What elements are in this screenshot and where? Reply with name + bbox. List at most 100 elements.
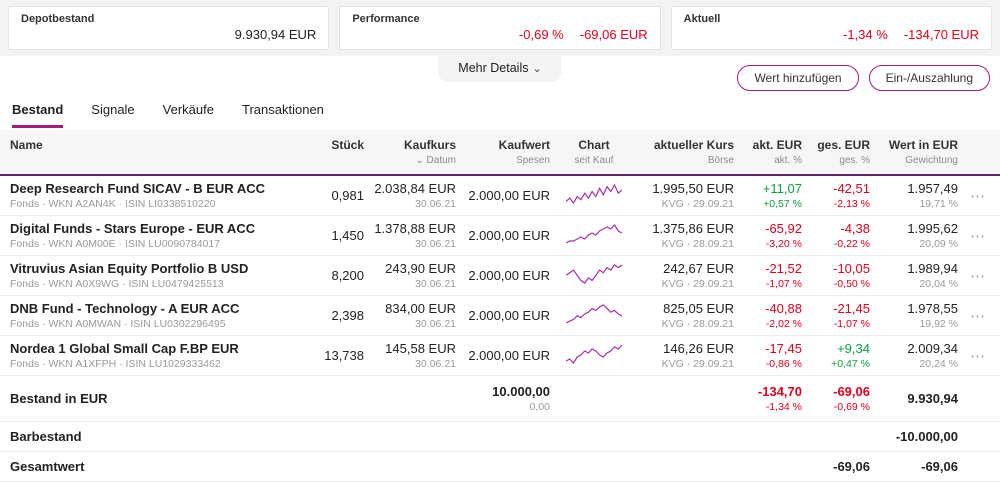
sort-indicator-datum[interactable]: ⌄ Datum: [372, 155, 456, 166]
aktuell-label: Aktuell: [683, 13, 721, 25]
col-header-name[interactable]: Name: [10, 138, 304, 152]
aktueller-kurs-cell: 1.995,50 EUR KVG · 29.09.21: [638, 181, 734, 210]
kaufdatum-value: 30.06.21: [415, 278, 456, 290]
row-menu-button[interactable]: ⋯: [966, 227, 990, 245]
col-header-akt-eur[interactable]: akt. EUR akt. %: [742, 138, 802, 166]
kaufwert-value: 2.000,00 EUR: [468, 188, 550, 203]
akt-eur-cell: -40,88 -2,02 %: [742, 301, 802, 330]
akt-pct-value: -1,07 %: [765, 278, 802, 290]
kaufwert-value: 2.000,00 EUR: [468, 348, 550, 363]
ges-eur-cell: -42,51 -2,13 %: [810, 181, 870, 210]
add-value-button[interactable]: Wert hinzufügen: [737, 65, 859, 91]
position-name[interactable]: Deep Research Fund SICAV - B EUR ACC: [10, 181, 304, 196]
stueck-value: 0,981: [331, 188, 364, 203]
kaufdatum-value: 30.06.21: [415, 238, 456, 250]
more-details-button[interactable]: Mehr Details ⌄: [438, 56, 562, 82]
ges-eur-value: -42,51: [833, 181, 870, 196]
ges-eur-value: -4,38: [840, 221, 870, 236]
col-header-aktueller-kurs[interactable]: aktueller Kurs Börse: [638, 138, 734, 166]
ges-eur-cell: -21,45 -1,07 %: [810, 301, 870, 330]
table-row: Vitruvius Asian Equity Portfolio B USD F…: [0, 256, 1000, 296]
akt-pct-value: +0,57 %: [763, 198, 802, 210]
stueck-value: 1,450: [331, 228, 364, 243]
sparkline-chart: [565, 263, 623, 285]
chevron-down-icon: ⌄: [532, 63, 542, 75]
barbestand-wert-cell: -10.000,00: [895, 429, 958, 444]
ges-eur-value: +9,34: [837, 341, 870, 356]
position-name[interactable]: Digital Funds - Stars Europe - EUR ACC: [10, 221, 304, 236]
position-name-cell: Vitruvius Asian Equity Portfolio B USD F…: [10, 261, 304, 290]
col-header-ges-eur[interactable]: ges. EUR ges. %: [810, 138, 870, 166]
position-meta: Fonds · WKN A0X9WG · ISIN LU0479425513: [10, 278, 224, 290]
akt-eur-cell: +11,07 +0,57 %: [742, 181, 802, 210]
kaufkurs-value: 2.038,84 EUR: [374, 181, 456, 196]
depotbestand-label: Depotbestand: [21, 13, 95, 25]
bestand-ges-cell: -69,06 -0,69 %: [833, 384, 870, 413]
table-header: Name Stück Kaufkurs ⌄ Datum Kaufwert Spe…: [0, 130, 1000, 176]
row-menu-button[interactable]: ⋯: [966, 347, 990, 365]
position-meta: Fonds · WKN A0M00E · ISIN LU0090784017: [10, 238, 221, 250]
sub-bar: Mehr Details ⌄ Wert hinzufügen Ein-/Ausza…: [0, 56, 1000, 96]
kurs-meta: KVG · 29.09.21: [661, 198, 734, 210]
tab-transaktionen[interactable]: Transaktionen: [242, 102, 324, 128]
bestand-wert-cell: 9.930,94: [907, 391, 958, 406]
akt-eur-cell: -17,45 -0,86 %: [742, 341, 802, 370]
aktueller-kurs-cell: 1.375,86 EUR KVG · 28.09.21: [638, 221, 734, 250]
bestand-kaufwert-cell: 10.000,00 0,00: [492, 384, 550, 413]
kurs-meta: KVG · 28.09.21: [661, 318, 734, 330]
stueck-cell: 8,200: [312, 268, 364, 283]
row-menu-button[interactable]: ⋯: [966, 187, 990, 205]
kaufkurs-cell: 1.378,88 EUR 30.06.21: [372, 221, 456, 250]
sparkline-chart: [565, 343, 623, 365]
col-header-kaufwert[interactable]: Kaufwert Spesen: [464, 138, 550, 166]
kurs-value: 146,26 EUR: [663, 341, 734, 356]
position-name-cell: Digital Funds - Stars Europe - EUR ACC F…: [10, 221, 304, 250]
bestand-label: Bestand in EUR: [10, 391, 108, 406]
kaufwert-cell: 2.000,00 EUR: [464, 188, 550, 203]
kaufwert-cell: 2.000,00 EUR: [464, 268, 550, 283]
tab-signale[interactable]: Signale: [91, 102, 134, 128]
row-menu-button[interactable]: ⋯: [966, 307, 990, 325]
akt-eur-value: +11,07: [762, 181, 802, 196]
kaufwert-value: 2.000,00 EUR: [468, 268, 550, 283]
akt-eur-value: -40,88: [765, 301, 802, 316]
ellipsis-icon: ⋯: [970, 227, 986, 245]
sparkline-cell: [558, 343, 630, 368]
position-name[interactable]: Nordea 1 Global Small Cap F.BP EUR: [10, 341, 304, 356]
col-header-stueck[interactable]: Stück: [312, 138, 364, 152]
position-name[interactable]: Vitruvius Asian Equity Portfolio B USD: [10, 261, 304, 276]
kaufwert-value: 2.000,00 EUR: [468, 228, 550, 243]
akt-pct-value: -3,20 %: [765, 238, 802, 250]
ellipsis-icon: ⋯: [970, 307, 986, 325]
gewichtung-value: 20,24 %: [919, 358, 958, 370]
tab-bestand[interactable]: Bestand: [12, 102, 64, 128]
akt-eur-value: -21,52: [765, 261, 802, 276]
kurs-value: 242,67 EUR: [663, 261, 734, 276]
row-menu-button[interactable]: ⋯: [966, 267, 990, 285]
col-header-kaufkurs[interactable]: Kaufkurs ⌄ Datum: [372, 138, 456, 166]
aktuell-percent: -1,34 %: [843, 27, 888, 42]
col-header-wert-in-eur[interactable]: Wert in EUR Gewichtung: [878, 138, 958, 166]
tab-verkaeufe[interactable]: Verkäufe: [163, 102, 214, 128]
wert-value: 1.995,62: [907, 221, 958, 236]
gesamtwert-ges-cell: -69,06: [833, 459, 870, 474]
depotbestand-value: 9.930,94 EUR: [234, 27, 317, 42]
position-name-cell: DNB Fund - Technology - A EUR ACC Fonds …: [10, 301, 304, 330]
table-row: Digital Funds - Stars Europe - EUR ACC F…: [0, 216, 1000, 256]
gewichtung-value: 20,04 %: [919, 278, 958, 290]
kurs-meta: KVG · 28.09.21: [661, 238, 734, 250]
position-meta: Fonds · WKN A2AN4K · ISIN LI0338510220: [10, 198, 216, 210]
stueck-value: 13,738: [324, 348, 364, 363]
position-name[interactable]: DNB Fund - Technology - A EUR ACC: [10, 301, 304, 316]
more-details-label: Mehr Details: [458, 61, 529, 75]
kaufwert-cell: 2.000,00 EUR: [464, 228, 550, 243]
kaufkurs-cell: 243,90 EUR 30.06.21: [372, 261, 456, 290]
stueck-cell: 1,450: [312, 228, 364, 243]
ges-pct-value: -0,50 %: [833, 278, 870, 290]
akt-eur-value: -17,45: [765, 341, 802, 356]
deposit-withdrawal-button[interactable]: Ein-/Auszahlung: [868, 65, 990, 91]
position-meta: Fonds · WKN A0MWAN · ISIN LU0302296495: [10, 318, 226, 330]
kurs-value: 1.375,86 EUR: [652, 221, 734, 236]
sparkline-chart: [565, 303, 623, 325]
aktueller-kurs-cell: 146,26 EUR KVG · 29.09.21: [638, 341, 734, 370]
